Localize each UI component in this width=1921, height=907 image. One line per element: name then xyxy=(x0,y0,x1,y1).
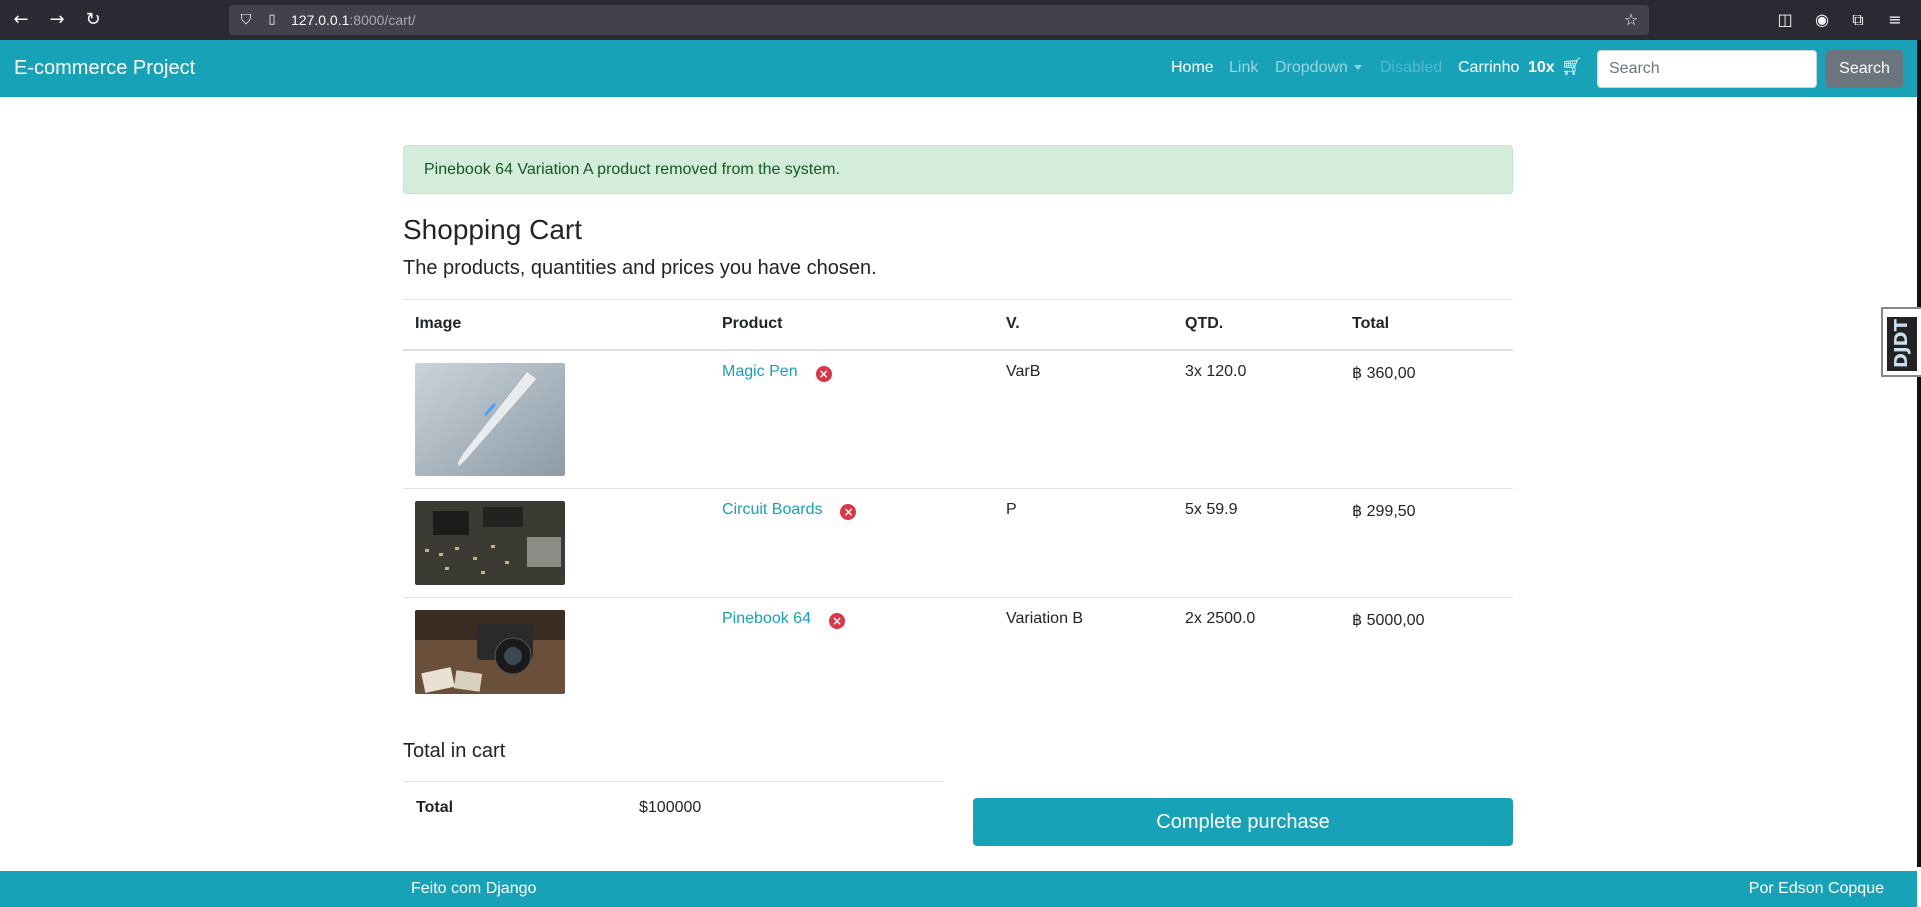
cell-image xyxy=(403,487,710,597)
extensions-icon[interactable]: ⧉ xyxy=(1847,9,1869,31)
cell-qty: 5x 59.9 xyxy=(1173,487,1340,597)
site-navbar: E-commerce Project Home Link Dropdown Di… xyxy=(0,40,1917,97)
header-image: Image xyxy=(403,299,710,351)
success-alert: Pinebook 64 Variation A product removed … xyxy=(403,145,1513,194)
page-icon[interactable]: ▯ xyxy=(263,11,281,29)
cell-variation: P xyxy=(994,487,1173,597)
cell-qty: 2x 2500.0 xyxy=(1173,596,1340,706)
cell-qty: 3x 120.0 xyxy=(1173,349,1340,488)
account-icon[interactable]: ◉ xyxy=(1811,9,1833,31)
nav-link[interactable]: Link xyxy=(1229,59,1258,77)
star-icon[interactable]: ☆ xyxy=(1621,10,1641,30)
cell-variation: Variation B xyxy=(994,596,1173,706)
header-total: Total xyxy=(1340,299,1513,351)
header-variation: V. xyxy=(994,299,1173,351)
back-icon[interactable]: ← xyxy=(9,8,33,32)
remove-icon[interactable]: × xyxy=(815,365,832,382)
total-table: Total $100000 xyxy=(403,781,944,816)
table-row: Pinebook 64 × Variation B 2x 2500.0 ฿ 500… xyxy=(403,596,1513,706)
cell-image xyxy=(403,596,710,706)
nav-dropdown[interactable]: Dropdown xyxy=(1275,59,1362,77)
product-link[interactable]: Circuit Boards xyxy=(722,501,822,518)
table-row: Circuit Boards × P 5x 59.9 ฿ 299,50 xyxy=(403,487,1513,597)
search-button[interactable]: Search xyxy=(1826,50,1903,88)
shield-icon[interactable]: ⛉ xyxy=(237,11,255,29)
cell-total: ฿ 5000,00 xyxy=(1340,596,1513,706)
table-header-row: Image Product V. QTD. Total xyxy=(403,299,1513,351)
reload-icon[interactable]: ↻ xyxy=(81,8,105,32)
footer-left-text: Feito com Django xyxy=(411,880,537,897)
forward-icon[interactable]: → xyxy=(45,8,69,32)
cell-total: ฿ 360,00 xyxy=(1340,349,1513,488)
cart-count-badge[interactable]: 10x xyxy=(1528,59,1555,77)
header-qty: QTD. xyxy=(1173,299,1340,351)
debug-toolbar-handle[interactable]: DJDT xyxy=(1881,307,1921,377)
pocket-icon[interactable]: ◫ xyxy=(1774,9,1796,31)
page-title: Shopping Cart xyxy=(403,214,583,245)
header-product: Product xyxy=(710,299,994,351)
remove-icon[interactable]: × xyxy=(840,503,857,520)
cell-product: Circuit Boards × xyxy=(710,487,994,597)
table-row: Magic Pen × VarB 3x 120.0 ฿ 360,00 xyxy=(403,349,1513,488)
nav-disabled: Disabled xyxy=(1380,59,1443,76)
page-edge xyxy=(1917,40,1921,867)
cart-icon[interactable]: 🛒︎ xyxy=(1561,57,1583,77)
product-link[interactable]: Pinebook 64 xyxy=(722,610,811,627)
cell-total: ฿ 299,50 xyxy=(1340,487,1513,597)
footer-right-text: Por Edson Copque xyxy=(1748,880,1884,897)
browser-toolbar: ← → ↻ ⛉ ▯ 127.0.0.1:8000/cart/ ☆ ◫ ◉ ⧉ ≡ xyxy=(0,0,1921,40)
cell-product: Pinebook 64 × xyxy=(710,596,994,706)
circuit-image[interactable] xyxy=(415,500,565,585)
page-subtitle: The products, quantities and prices you … xyxy=(403,257,877,279)
search-input[interactable] xyxy=(1597,50,1817,88)
cell-variation: VarB xyxy=(994,349,1173,488)
product-link[interactable]: Magic Pen xyxy=(722,363,798,380)
url-text[interactable]: 127.0.0.1:8000/cart/ xyxy=(291,12,416,28)
debug-toolbar-label: DJDT xyxy=(1887,317,1917,371)
remove-icon[interactable]: × xyxy=(828,612,845,629)
cart-table: Image Product V. QTD. Total Magic Pen × V… xyxy=(403,299,1513,706)
complete-purchase-button[interactable]: Complete purchase xyxy=(973,798,1513,846)
address-bar[interactable]: ⛉ ▯ 127.0.0.1:8000/cart/ ☆ xyxy=(229,5,1649,35)
chevron-down-icon xyxy=(1353,65,1362,71)
menu-icon[interactable]: ≡ xyxy=(1884,9,1906,31)
total-value: $100000 xyxy=(639,799,702,816)
pen-image[interactable] xyxy=(415,362,565,476)
nav-home[interactable]: Home xyxy=(1171,59,1214,77)
cell-product: Magic Pen × xyxy=(710,349,994,488)
total-heading: Total in cart xyxy=(403,740,506,762)
brand-link[interactable]: E-commerce Project xyxy=(14,57,195,80)
camera-image[interactable] xyxy=(415,609,565,694)
nav-cart[interactable]: Carrinho xyxy=(1458,59,1519,77)
footer: Feito com Django Por Edson Copque xyxy=(0,871,1917,907)
total-label: Total xyxy=(416,799,454,816)
cell-image xyxy=(403,349,710,488)
